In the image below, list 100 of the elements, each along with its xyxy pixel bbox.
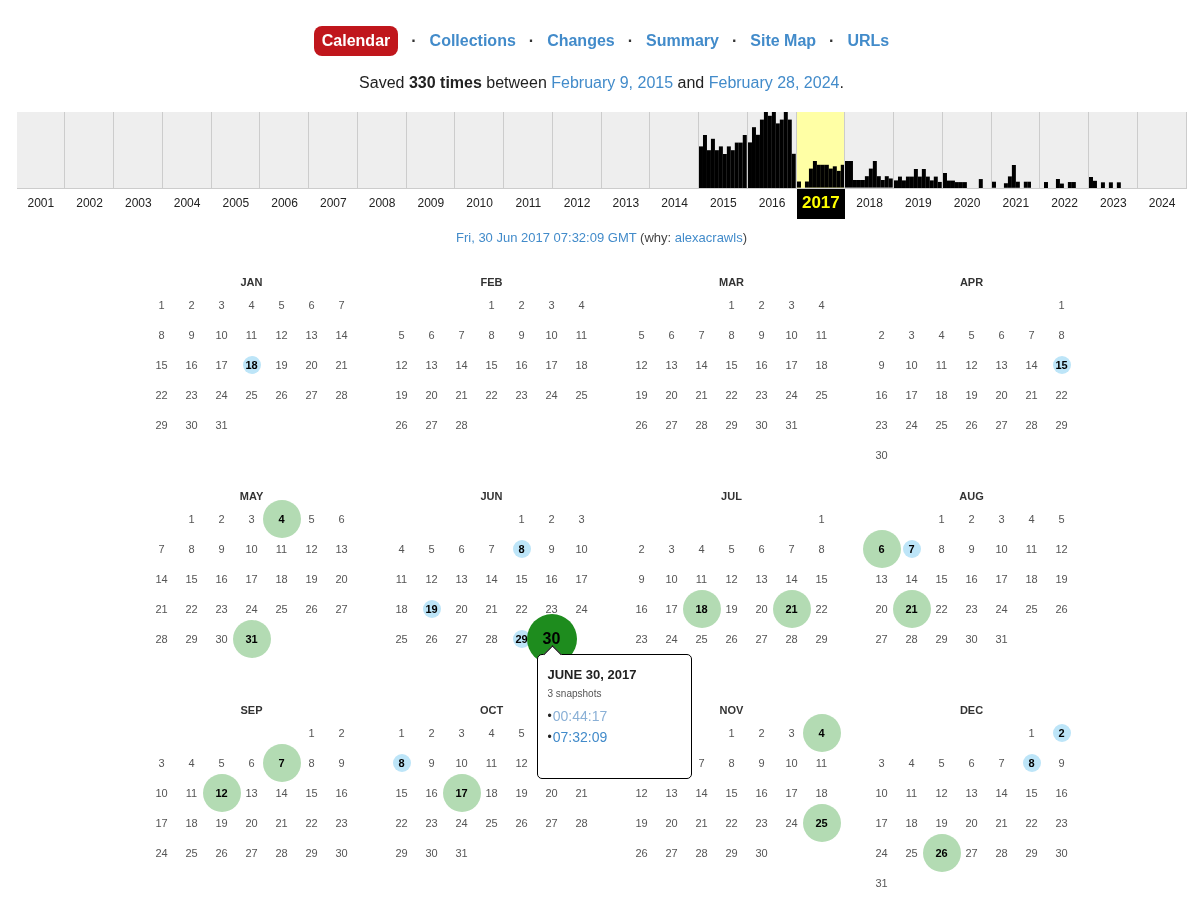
calendar-day[interactable]: 21 bbox=[695, 817, 708, 829]
calendar-day[interactable]: 30 bbox=[755, 847, 768, 859]
calendar-day[interactable]: 30 bbox=[185, 419, 198, 431]
calendar-day[interactable]: 4 bbox=[1028, 513, 1035, 525]
calendar-day[interactable]: 15 bbox=[515, 573, 528, 585]
calendar-day[interactable]: 29 bbox=[185, 633, 198, 645]
calendar-day[interactable]: 12 bbox=[935, 787, 948, 799]
snapshot-day[interactable]: 25 bbox=[802, 804, 841, 842]
calendar-day[interactable]: 14 bbox=[155, 573, 168, 585]
calendar-day[interactable]: 12 bbox=[635, 787, 648, 799]
calendar-day[interactable]: 6 bbox=[308, 299, 315, 311]
snapshot-day[interactable]: 8 bbox=[1022, 754, 1041, 772]
calendar-day[interactable]: 9 bbox=[188, 329, 195, 341]
calendar-day[interactable]: 4 bbox=[698, 543, 705, 555]
calendar-day[interactable]: 4 bbox=[248, 299, 255, 311]
calendar-day[interactable]: 29 bbox=[1055, 419, 1068, 431]
calendar-day[interactable]: 1 bbox=[818, 513, 825, 525]
calendar-day[interactable]: 13 bbox=[755, 573, 768, 585]
calendar-day[interactable]: 9 bbox=[878, 359, 885, 371]
calendar-day[interactable]: 29 bbox=[395, 847, 408, 859]
calendar-day[interactable]: 2 bbox=[878, 329, 885, 341]
calendar-day[interactable]: 5 bbox=[278, 299, 285, 311]
year-link[interactable]: 2001 bbox=[27, 189, 55, 210]
calendar-day[interactable]: 4 bbox=[818, 299, 825, 311]
calendar-day[interactable]: 9 bbox=[338, 757, 345, 769]
calendar-day[interactable]: 16 bbox=[185, 359, 198, 371]
calendar-day[interactable]: 28 bbox=[905, 633, 918, 645]
calendar-day[interactable]: 2 bbox=[758, 299, 765, 311]
calendar-day[interactable]: 20 bbox=[995, 389, 1008, 401]
calendar-day[interactable]: 6 bbox=[758, 543, 765, 555]
calendar-day[interactable]: 5 bbox=[398, 329, 405, 341]
calendar-day[interactable]: 27 bbox=[335, 603, 348, 615]
calendar-day[interactable]: 13 bbox=[425, 359, 438, 371]
calendar-day[interactable]: 13 bbox=[965, 787, 978, 799]
year-link[interactable]: 2012 bbox=[563, 189, 591, 210]
calendar-day[interactable]: 15 bbox=[815, 573, 828, 585]
calendar-day[interactable]: 28 bbox=[785, 633, 798, 645]
calendar-day[interactable]: 27 bbox=[665, 419, 678, 431]
calendar-day[interactable]: 27 bbox=[245, 847, 258, 859]
calendar-day[interactable]: 28 bbox=[695, 847, 708, 859]
calendar-day[interactable]: 7 bbox=[1028, 329, 1035, 341]
calendar-day[interactable]: 19 bbox=[305, 573, 318, 585]
calendar-day[interactable]: 1 bbox=[1028, 727, 1035, 739]
snapshot-time-link[interactable]: 07:32:09 bbox=[552, 728, 608, 745]
snapshot-day[interactable]: 21 bbox=[772, 590, 811, 628]
calendar-day[interactable]: 18 bbox=[905, 817, 918, 829]
calendar-day[interactable]: 12 bbox=[305, 543, 318, 555]
calendar-day[interactable]: 3 bbox=[878, 757, 885, 769]
calendar-day[interactable]: 9 bbox=[758, 757, 765, 769]
calendar-day[interactable]: 16 bbox=[215, 573, 228, 585]
calendar-day[interactable]: 10 bbox=[245, 543, 258, 555]
calendar-day[interactable]: 6 bbox=[998, 329, 1005, 341]
calendar-day[interactable]: 2 bbox=[758, 727, 765, 739]
calendar-day[interactable]: 13 bbox=[455, 573, 468, 585]
calendar-day[interactable]: 23 bbox=[875, 419, 888, 431]
snapshot-day[interactable]: 7 bbox=[902, 540, 921, 558]
calendar-day[interactable]: 24 bbox=[245, 603, 258, 615]
calendar-day[interactable]: 2 bbox=[518, 299, 525, 311]
calendar-day[interactable]: 12 bbox=[395, 359, 408, 371]
calendar-day[interactable]: 14 bbox=[995, 787, 1008, 799]
calendar-day[interactable]: 10 bbox=[155, 787, 168, 799]
calendar-day[interactable]: 7 bbox=[488, 543, 495, 555]
calendar-day[interactable]: 26 bbox=[305, 603, 318, 615]
calendar-day[interactable]: 5 bbox=[968, 329, 975, 341]
calendar-day[interactable]: 21 bbox=[335, 359, 348, 371]
calendar-day[interactable]: 22 bbox=[935, 603, 948, 615]
year-link[interactable]: 2024 bbox=[1148, 189, 1176, 210]
calendar-day[interactable]: 26 bbox=[635, 419, 648, 431]
calendar-day[interactable]: 11 bbox=[575, 329, 588, 341]
calendar-day[interactable]: 19 bbox=[635, 817, 648, 829]
calendar-day[interactable]: 2 bbox=[188, 299, 195, 311]
calendar-day[interactable]: 30 bbox=[755, 419, 768, 431]
calendar-day[interactable]: 23 bbox=[1055, 817, 1068, 829]
snapshot-day[interactable]: 4 bbox=[262, 500, 301, 538]
calendar-day[interactable]: 2 bbox=[548, 513, 555, 525]
nav-tab[interactable]: Changes bbox=[547, 32, 615, 50]
calendar-day[interactable]: 14 bbox=[335, 329, 348, 341]
calendar-day[interactable]: 15 bbox=[725, 359, 738, 371]
calendar-day[interactable]: 8 bbox=[158, 329, 165, 341]
calendar-day[interactable]: 23 bbox=[635, 633, 648, 645]
calendar-day[interactable]: 16 bbox=[755, 359, 768, 371]
calendar-day[interactable]: 24 bbox=[215, 389, 228, 401]
calendar-day[interactable]: 20 bbox=[965, 817, 978, 829]
calendar-day[interactable]: 5 bbox=[308, 513, 315, 525]
snapshot-day[interactable]: 19 bbox=[422, 600, 441, 618]
calendar-day[interactable]: 24 bbox=[995, 603, 1008, 615]
calendar-day[interactable]: 19 bbox=[395, 389, 408, 401]
calendar-day[interactable]: 27 bbox=[545, 817, 558, 829]
calendar-day[interactable]: 12 bbox=[275, 329, 288, 341]
calendar-day[interactable]: 24 bbox=[785, 389, 798, 401]
calendar-day[interactable]: 29 bbox=[815, 633, 828, 645]
calendar-day[interactable]: 3 bbox=[158, 757, 165, 769]
calendar-day[interactable]: 1 bbox=[728, 727, 735, 739]
calendar-day[interactable]: 8 bbox=[188, 543, 195, 555]
calendar-day[interactable]: 30 bbox=[425, 847, 438, 859]
calendar-day[interactable]: 22 bbox=[485, 389, 498, 401]
calendar-day[interactable]: 8 bbox=[488, 329, 495, 341]
snapshot-day[interactable]: 8 bbox=[512, 540, 531, 558]
calendar-day[interactable]: 23 bbox=[215, 603, 228, 615]
calendar-day[interactable]: 14 bbox=[905, 573, 918, 585]
